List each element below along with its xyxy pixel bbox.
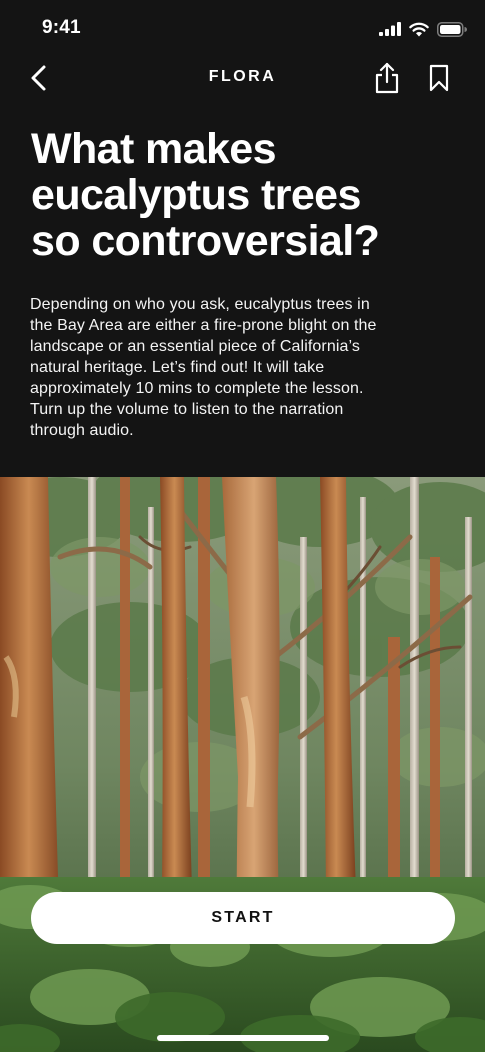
title-line: so controversial? [31,217,380,265]
title-line: What makes [31,125,277,173]
lesson-description: Depending on who you ask, eucalyptus tre… [30,294,460,441]
status-bar: 9:41 [0,0,485,56]
cellular-signal-icon [379,22,401,36]
nav-bar: FLORA [0,56,485,100]
description-line: through audio. [30,422,134,439]
description-line: Turn up the volume to listen to the narr… [30,401,344,418]
bookmark-icon [429,64,449,92]
wifi-icon [409,22,429,36]
description-line: the Bay Area are either a fire-prone bli… [30,317,377,334]
description-line: natural heritage. Let’s find out! It wil… [30,359,325,376]
description-line: landscape or an essential piece of Calif… [30,338,360,355]
status-icons [379,20,467,38]
status-time: 9:41 [42,17,81,38]
section-title: FLORA [208,68,277,85]
bookmark-button[interactable] [428,64,450,92]
lesson-title: What makes eucalyptus trees so controver… [31,126,461,264]
start-button[interactable]: START [31,892,455,944]
share-icon [375,62,399,94]
title-line: eucalyptus trees [31,171,361,219]
description-line: Depending on who you ask, eucalyptus tre… [30,296,370,313]
description-line: approximately 10 mins to complete the le… [30,380,364,397]
hero-image [0,477,485,1052]
eucalyptus-forest-illustration [0,477,485,1052]
share-button[interactable] [374,62,400,94]
home-indicator[interactable] [157,1035,329,1041]
battery-icon [437,21,467,37]
